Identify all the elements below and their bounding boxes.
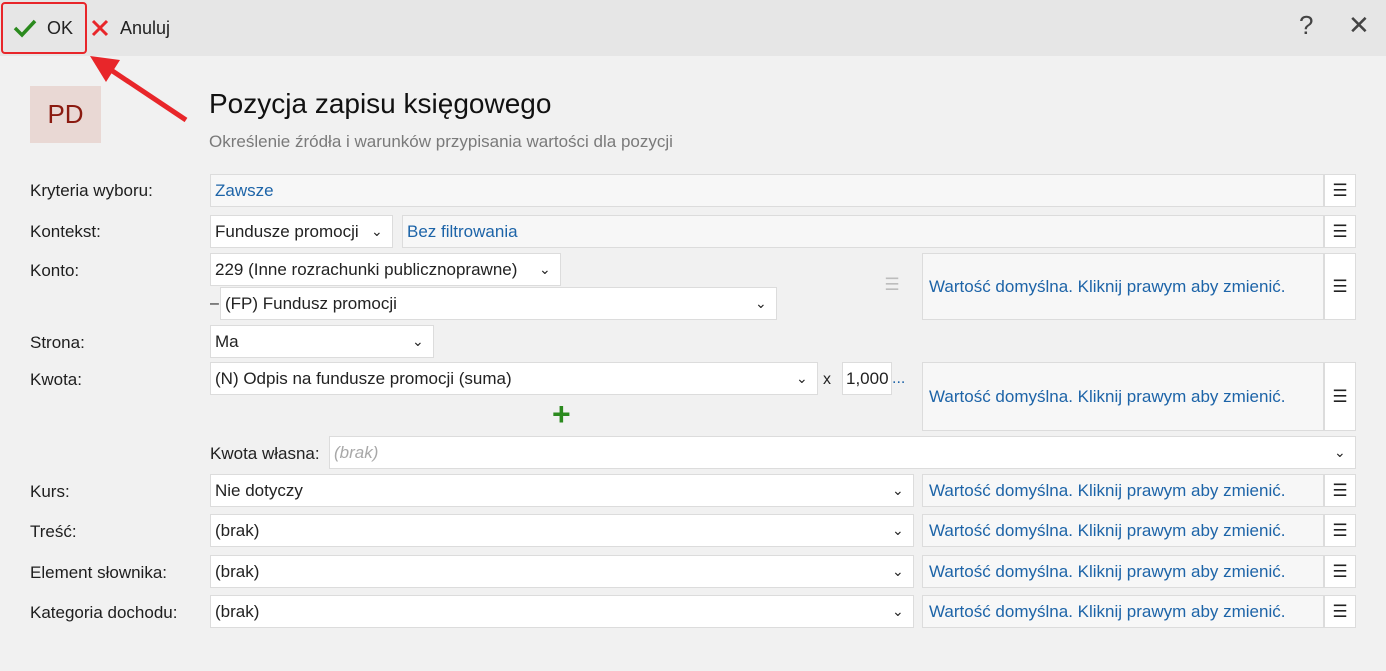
check-icon xyxy=(13,19,37,38)
kryteria-field[interactable]: Zawsze xyxy=(210,174,1324,207)
element-select-value: (brak) xyxy=(215,561,260,581)
page-subtitle: Określenie źródła i warunków przypisania… xyxy=(209,132,673,151)
kategoria-value-box[interactable]: Wartość domyślna. Kliknij prawym aby zmi… xyxy=(922,595,1324,628)
type-badge: PD xyxy=(30,86,101,143)
kontekst-filter-field[interactable]: Bez filtrowania xyxy=(402,215,1324,248)
kurs-select-value: Nie dotyczy xyxy=(215,480,303,500)
tresc-menu-icon[interactable]: ☰ xyxy=(1324,514,1356,547)
kontekst-filter-value: Bez filtrowania xyxy=(407,221,518,241)
kwota-label: Kwota: xyxy=(30,370,82,389)
chevron-down-icon[interactable]: ⌄ xyxy=(892,563,904,580)
konto-disabled-menu-icon: ☰ xyxy=(884,274,900,294)
tresc-value-box[interactable]: Wartość domyślna. Kliknij prawym aby zmi… xyxy=(922,514,1324,547)
konto-subselect[interactable]: (FP) Fundusz promocji xyxy=(220,287,777,320)
element-value-box[interactable]: Wartość domyślna. Kliknij prawym aby zmi… xyxy=(922,555,1324,588)
element-label: Element słownika: xyxy=(30,563,168,582)
kontekst-menu-icon[interactable]: ☰ xyxy=(1324,215,1356,248)
kategoria-value-text: Wartość domyślna. Kliknij prawym aby zmi… xyxy=(929,601,1286,621)
chevron-down-icon[interactable]: ⌄ xyxy=(892,482,904,499)
kwota-multiplier-value: 1,000 xyxy=(846,368,889,388)
kontekst-select-value: Fundusze promocji xyxy=(215,221,359,241)
kurs-select[interactable]: Nie dotyczy xyxy=(210,474,914,507)
tresc-label: Treść: xyxy=(30,522,77,541)
konto-subselect-value: (FP) Fundusz promocji xyxy=(225,293,397,313)
strona-label: Strona: xyxy=(30,333,85,352)
element-menu-icon[interactable]: ☰ xyxy=(1324,555,1356,588)
plus-icon[interactable]: + xyxy=(552,398,571,430)
kwota-multiplier-sign: x xyxy=(823,371,831,388)
kurs-value-text: Wartość domyślna. Kliknij prawym aby zmi… xyxy=(929,480,1286,500)
konto-select[interactable]: 229 (Inne rozrachunki publicznoprawne) xyxy=(210,253,561,286)
ok-label: OK xyxy=(47,17,74,38)
page-title: Pozycja zapisu księgowego xyxy=(209,88,552,119)
konto-value-text: Wartość domyślna. Kliknij prawym aby zmi… xyxy=(929,276,1286,296)
kwota-value-text: Wartość domyślna. Kliknij prawym aby zmi… xyxy=(929,386,1286,406)
ok-button[interactable]: OK xyxy=(1,2,87,54)
chevron-down-icon[interactable]: ⌄ xyxy=(892,522,904,539)
tresc-value-text: Wartość domyślna. Kliknij prawym aby zmi… xyxy=(929,520,1286,540)
kategoria-menu-icon[interactable]: ☰ xyxy=(1324,595,1356,628)
chevron-down-icon[interactable]: ⌄ xyxy=(1334,444,1346,461)
chevron-down-icon[interactable]: ⌄ xyxy=(539,261,551,278)
toolbar: OK Anuluj ? ✕ xyxy=(0,0,1386,56)
strona-select[interactable]: Ma xyxy=(210,325,434,358)
cancel-button[interactable]: Anuluj xyxy=(90,2,170,54)
konto-dash: – xyxy=(210,295,219,312)
kwota-select[interactable]: (N) Odpis na fundusze promocji (suma) xyxy=(210,362,818,395)
chevron-down-icon[interactable]: ⌄ xyxy=(412,333,424,350)
kryteria-menu-icon[interactable]: ☰ xyxy=(1324,174,1356,207)
element-value-text: Wartość domyślna. Kliknij prawym aby zmi… xyxy=(929,561,1286,581)
kwota-ellipsis-button[interactable]: ... xyxy=(892,370,905,388)
kryteria-label: Kryteria wyboru: xyxy=(30,181,153,200)
cancel-label: Anuluj xyxy=(120,17,171,38)
chevron-down-icon[interactable]: ⌄ xyxy=(371,223,383,240)
kwota-wlasna-placeholder: (brak) xyxy=(334,442,379,462)
question-icon[interactable]: ? xyxy=(1299,10,1313,41)
kurs-label: Kurs: xyxy=(30,482,70,501)
konto-select-value: 229 (Inne rozrachunki publicznoprawne) xyxy=(215,259,518,279)
kwota-multiplier-input[interactable]: 1,000 xyxy=(842,362,892,395)
kwota-menu-icon[interactable]: ☰ xyxy=(1324,362,1356,431)
kwota-value-box[interactable]: Wartość domyślna. Kliknij prawym aby zmi… xyxy=(922,362,1324,431)
chevron-down-icon[interactable]: ⌄ xyxy=(755,295,767,312)
chevron-down-icon[interactable]: ⌄ xyxy=(892,603,904,620)
kwota-wlasna-select[interactable]: (brak) xyxy=(329,436,1356,469)
konto-label: Konto: xyxy=(30,261,80,280)
konto-value-box[interactable]: Wartość domyślna. Kliknij prawym aby zmi… xyxy=(922,253,1324,320)
kwota-wlasna-label: Kwota własna: xyxy=(210,444,320,463)
strona-select-value: Ma xyxy=(215,331,239,351)
close-icon[interactable]: ✕ xyxy=(1348,10,1370,41)
tresc-select-value: (brak) xyxy=(215,520,260,540)
konto-menu-icon[interactable]: ☰ xyxy=(1324,253,1356,320)
element-select[interactable]: (brak) xyxy=(210,555,914,588)
kategoria-label: Kategoria dochodu: xyxy=(30,603,178,622)
kurs-menu-icon[interactable]: ☰ xyxy=(1324,474,1356,507)
kurs-value-box[interactable]: Wartość domyślna. Kliknij prawym aby zmi… xyxy=(922,474,1324,507)
x-icon xyxy=(91,19,109,37)
tresc-select[interactable]: (brak) xyxy=(210,514,914,547)
kontekst-label: Kontekst: xyxy=(30,222,101,241)
kryteria-value: Zawsze xyxy=(215,180,274,200)
kategoria-select[interactable]: (brak) xyxy=(210,595,914,628)
kwota-select-value: (N) Odpis na fundusze promocji (suma) xyxy=(215,368,512,388)
chevron-down-icon[interactable]: ⌄ xyxy=(796,370,808,387)
kontekst-select[interactable]: Fundusze promocji xyxy=(210,215,393,248)
kategoria-select-value: (brak) xyxy=(215,601,260,621)
